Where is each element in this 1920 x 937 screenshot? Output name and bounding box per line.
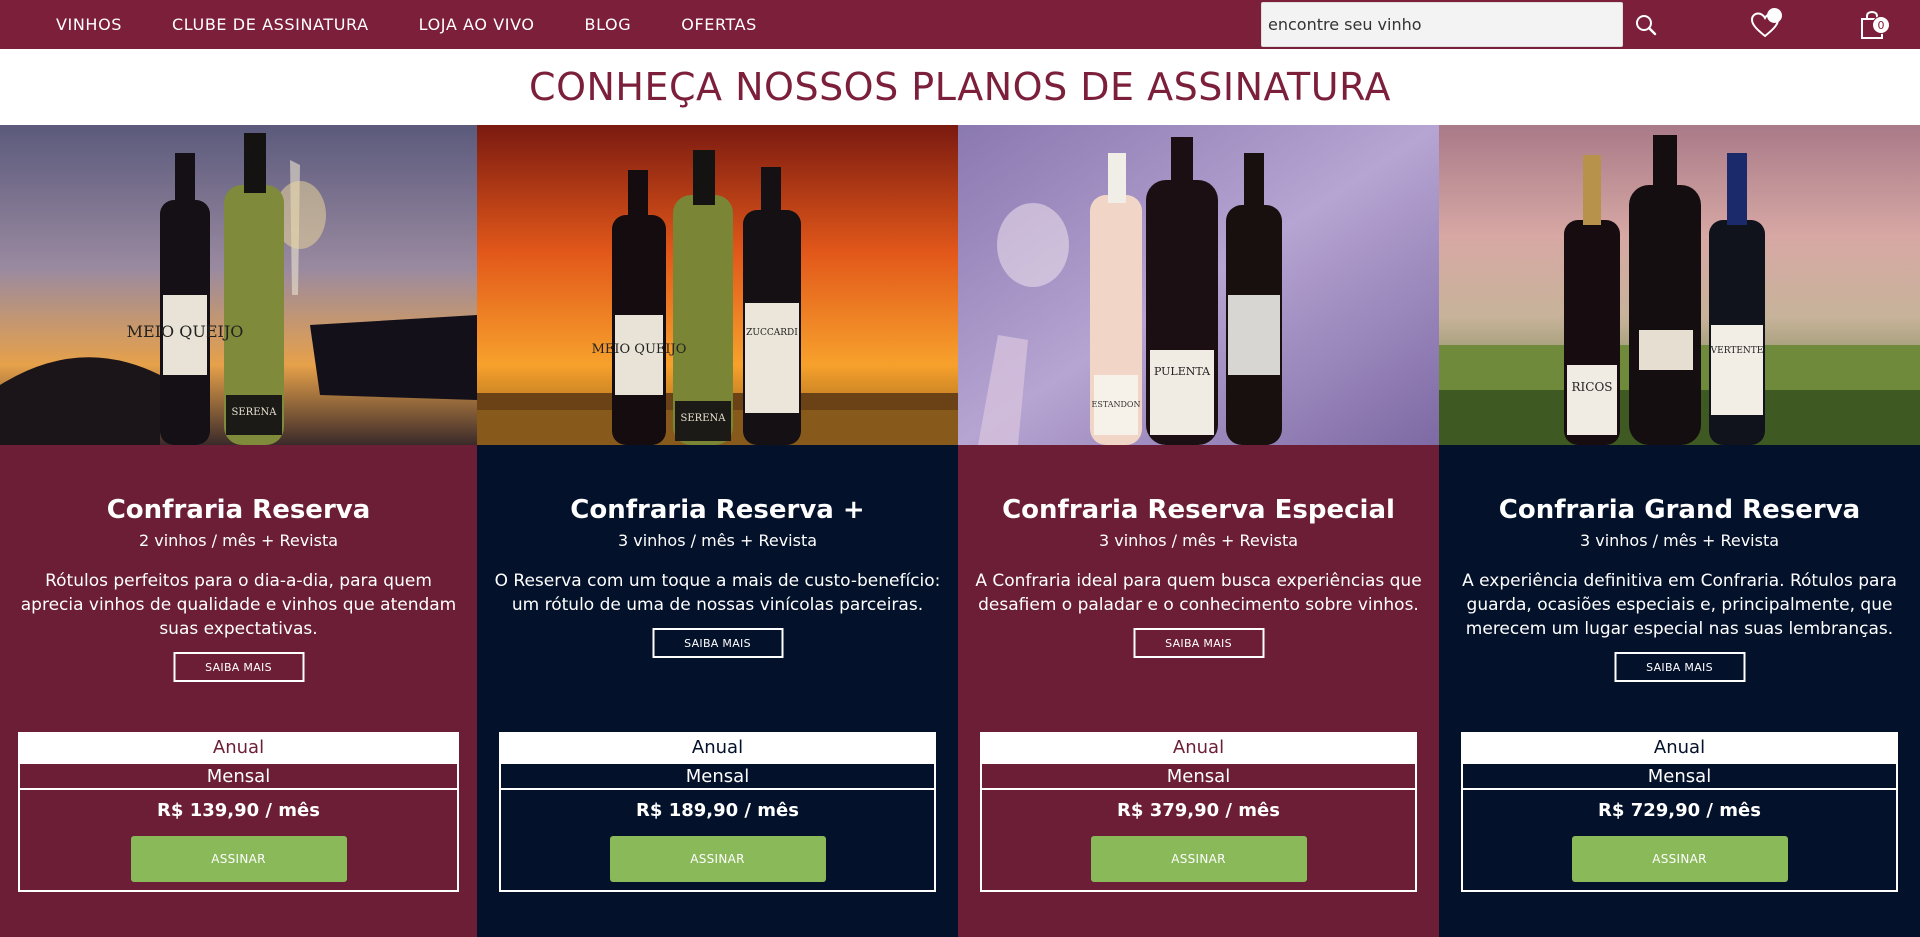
- saiba-mais-button[interactable]: SAIBA MAIS: [1133, 628, 1264, 658]
- period-mensal-option[interactable]: Mensal: [982, 762, 1415, 790]
- plan-photo: RICOS VERTENTE: [1439, 125, 1920, 445]
- bottle-label-text: ZUCCARDI: [746, 328, 798, 338]
- period-anual-option[interactable]: Anual: [20, 734, 457, 762]
- plan-card-confraria-reserva: MEIO QUEIJO SERENA Confraria Reserva 2 v…: [0, 125, 477, 937]
- nav-item-ofertas[interactable]: OFERTAS: [681, 0, 757, 49]
- wine-bottles-image: ESTANDON PULENTA: [958, 125, 1439, 445]
- period-anual-option[interactable]: Anual: [1463, 734, 1896, 762]
- period-mensal-option[interactable]: Mensal: [1463, 762, 1896, 790]
- plans-grid: MEIO QUEIJO SERENA Confraria Reserva 2 v…: [0, 125, 1920, 937]
- search-input[interactable]: [1268, 15, 1616, 34]
- plan-description: A Confraria ideal para quem busca experi…: [975, 571, 1422, 615]
- plan-photo: MEIO QUEIJO SERENA ZUCCARDI: [477, 125, 958, 445]
- bottle-label-text: SERENA: [232, 407, 278, 418]
- plan-price: R$ 139,90 / mês: [157, 800, 320, 821]
- saiba-mais-button[interactable]: SAIBA MAIS: [173, 652, 304, 682]
- wine-bottles-image: RICOS VERTENTE: [1439, 125, 1920, 445]
- nav-item-vinhos[interactable]: VINHOS: [56, 0, 122, 49]
- period-anual-option[interactable]: Anual: [501, 734, 934, 762]
- plan-description: O Reserva com um toque a mais de custo-b…: [494, 571, 941, 615]
- cart-count-badge: 0: [1872, 16, 1890, 34]
- bottle-label-text: RICOS: [1571, 380, 1612, 394]
- saiba-mais-button[interactable]: SAIBA MAIS: [1614, 652, 1745, 682]
- period-mensal-option[interactable]: Mensal: [501, 762, 934, 790]
- price-box: Anual Mensal R$ 189,90 / mês ASSINAR: [499, 732, 936, 892]
- wine-bottles-image: MEIO QUEIJO SERENA ZUCCARDI: [477, 125, 958, 445]
- plan-card-confraria-reserva-plus: MEIO QUEIJO SERENA ZUCCARDI Confraria Re…: [477, 125, 958, 937]
- wishlist-button[interactable]: [1745, 0, 1785, 49]
- bottle-label-text: PULENTA: [1154, 365, 1211, 378]
- plan-card-confraria-grand-reserva: RICOS VERTENTE Confraria Grand Reserva 3…: [1439, 125, 1920, 937]
- plan-subtitle: 3 vinhos / mês + Revista: [1098, 531, 1299, 550]
- plan-price: R$ 189,90 / mês: [636, 800, 799, 821]
- plan-description: A experiência definitiva em Confraria. R…: [1462, 571, 1897, 639]
- heading-band: CONHEÇA NOSSOS PLANOS DE ASSINATURA: [0, 49, 1920, 125]
- search-box: [1261, 2, 1623, 47]
- plan-subtitle: 2 vinhos / mês + Revista: [138, 531, 339, 550]
- search-button[interactable]: [1628, 0, 1664, 49]
- price-box: Anual Mensal R$ 379,90 / mês ASSINAR: [980, 732, 1417, 892]
- wine-bottles-image: MEIO QUEIJO SERENA: [0, 125, 477, 445]
- plan-description: Rótulos perfeitos para o dia-a-dia, para…: [20, 571, 457, 639]
- price-box: Anual Mensal R$ 139,90 / mês ASSINAR: [18, 732, 459, 892]
- bottle-label-text: ESTANDON: [1092, 400, 1141, 409]
- assinar-button[interactable]: ASSINAR: [609, 836, 826, 882]
- price-box: Anual Mensal R$ 729,90 / mês ASSINAR: [1461, 732, 1898, 892]
- plan-price: R$ 729,90 / mês: [1598, 800, 1761, 821]
- plan-photo: MEIO QUEIJO SERENA: [0, 125, 477, 445]
- period-anual-option[interactable]: Anual: [982, 734, 1415, 762]
- assinar-button[interactable]: ASSINAR: [130, 836, 347, 882]
- plan-title: Confraria Reserva Especial: [1002, 495, 1395, 525]
- bottle-label-text: MEIO QUEIJO: [127, 322, 244, 341]
- plan-card-confraria-reserva-especial: ESTANDON PULENTA Confraria Reserva Espec…: [958, 125, 1439, 937]
- plan-price: R$ 379,90 / mês: [1117, 800, 1280, 821]
- wishlist-badge: [1767, 8, 1782, 23]
- plan-subtitle: 3 vinhos / mês + Revista: [1579, 531, 1780, 550]
- plan-title: Confraria Reserva +: [570, 495, 865, 525]
- bottle-label-text: VERTENTE: [1710, 346, 1764, 356]
- plan-subtitle: 3 vinhos / mês + Revista: [617, 531, 818, 550]
- plan-photo: ESTANDON PULENTA: [958, 125, 1439, 445]
- search-icon: [1636, 14, 1657, 35]
- plan-title: Confraria Grand Reserva: [1498, 495, 1861, 525]
- bottle-label-text: SERENA: [681, 413, 727, 424]
- assinar-button[interactable]: ASSINAR: [1571, 836, 1788, 882]
- top-navigation-bar: VINHOS CLUBE DE ASSINATURA LOJA AO VIVO …: [0, 0, 1920, 49]
- cart-button[interactable]: 0: [1852, 0, 1892, 49]
- assinar-button[interactable]: ASSINAR: [1090, 836, 1307, 882]
- nav-item-loja-ao-vivo[interactable]: LOJA AO VIVO: [419, 0, 535, 49]
- period-mensal-option[interactable]: Mensal: [20, 762, 457, 790]
- page-title: CONHEÇA NOSSOS PLANOS DE ASSINATURA: [529, 65, 1391, 109]
- nav-item-blog[interactable]: BLOG: [585, 0, 632, 49]
- nav-item-clube-de-assinatura[interactable]: CLUBE DE ASSINATURA: [172, 0, 369, 49]
- saiba-mais-button[interactable]: SAIBA MAIS: [652, 628, 783, 658]
- bottle-label-text: MEIO QUEIJO: [592, 342, 687, 357]
- plan-title: Confraria Reserva: [106, 495, 371, 525]
- main-nav: VINHOS CLUBE DE ASSINATURA LOJA AO VIVO …: [0, 0, 807, 49]
